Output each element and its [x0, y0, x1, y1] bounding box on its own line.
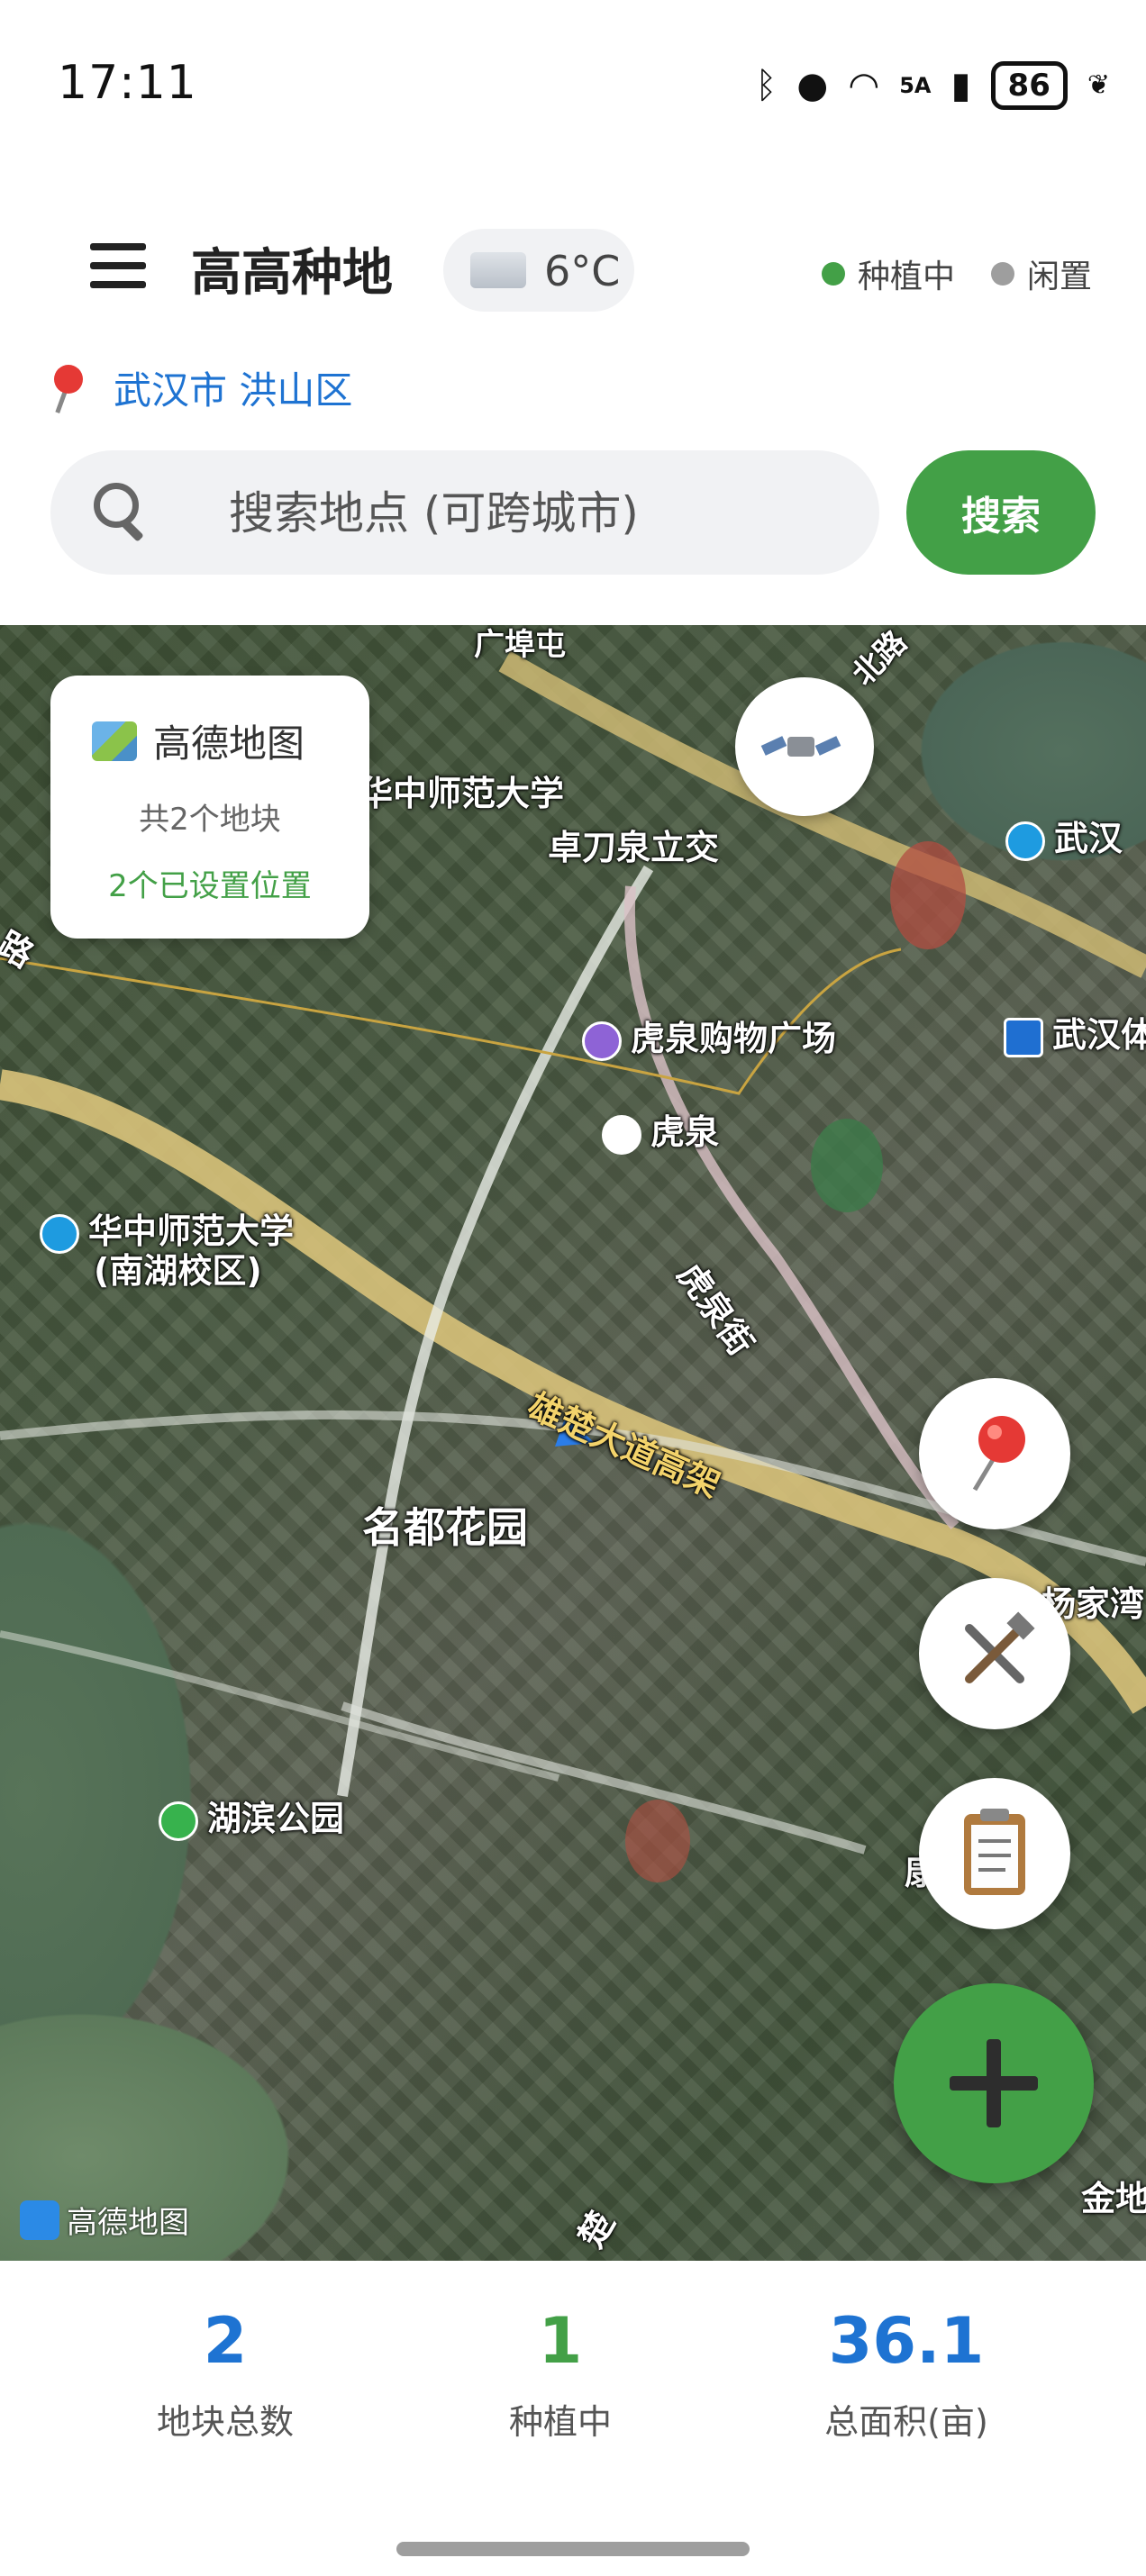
add-plot-button[interactable] [894, 1983, 1094, 2183]
map-label-zhuodaoquan: 卓刀泉立交 [548, 828, 720, 867]
weather-temperature: 6°C [544, 247, 621, 295]
plus-icon-vertical [987, 2039, 1001, 2127]
stat-planting-label: 种植中 [508, 2402, 612, 2442]
legend-planting: 种植中 [821, 250, 955, 297]
planting-dot-icon [821, 262, 845, 286]
map-label-wuhan-sports-text: 武汉体 [1052, 1015, 1146, 1055]
weather-chip: 6°C [443, 229, 634, 312]
pin-location-button[interactable] [919, 1378, 1070, 1529]
amap-logo-icon [20, 2200, 59, 2240]
map-label-jindi: 金地 [1081, 2179, 1146, 2218]
stat-total-area: 36.1 总面积(亩) [771, 2304, 1041, 2444]
current-location[interactable]: 武汉市 洪山区 [50, 360, 352, 415]
tools-icon [965, 1611, 1035, 1683]
plot-count-text: 共2个地块 [139, 802, 281, 838]
satellite-toggle-button[interactable] [735, 677, 874, 816]
map-label-hubin-park: 湖滨公园 [159, 1791, 344, 1841]
map-label-mingdu: 名都花园 [362, 1503, 528, 1552]
stat-planting: 1 种植中 [425, 2304, 696, 2444]
map-icon [92, 721, 137, 761]
status-legend: 种植中 闲置 [786, 250, 1092, 297]
legend-idle: 闲置 [990, 250, 1092, 297]
map-label-wuhan-text: 武汉 [1054, 819, 1123, 858]
stat-total-area-value: 36.1 [828, 2304, 985, 2378]
search-box [50, 450, 879, 575]
stat-planting-value: 1 [538, 2304, 583, 2378]
info-card-title: 高德地图 [153, 721, 305, 766]
map-label-huquan-mall: 虎泉购物广场 [582, 1011, 836, 1061]
cloud-icon [470, 252, 526, 288]
app-header: 高高种地 6°C 种植中 闲置 [0, 216, 1146, 324]
map-info-card[interactable]: 高德地图 共2个地块 2个已设置位置 [50, 676, 369, 939]
stats-panel: 2 地块总数 1 种植中 36.1 总面积(亩) [0, 2261, 1146, 2522]
plot-set-text: 2个已设置位置 [108, 868, 312, 904]
idle-dot-icon [990, 262, 1014, 286]
map-label-wuhan: 武汉 [1005, 811, 1123, 861]
shopping-icon [582, 1020, 622, 1061]
pushpin-icon [972, 1416, 1025, 1492]
wifi-icon: ◠ [848, 65, 880, 106]
stat-total-plots-value: 2 [203, 2304, 248, 2378]
info-card-title-row: 高德地图 [92, 713, 305, 768]
map-label-ccnu: 华中师范大学 [359, 774, 565, 813]
stat-total-plots: 2 地块总数 [90, 2304, 360, 2444]
status-bar: 17:11 ᛒ ● ◠ 5A ▮ 86 ❦ [0, 0, 1146, 135]
map-label-huquan-mall-text: 虎泉购物广场 [631, 1019, 837, 1058]
metro-icon [1004, 1017, 1043, 1057]
bluetooth-icon: ᛒ [755, 65, 778, 106]
school-icon [1005, 821, 1045, 861]
map-label-guangbutun: 广埠屯 [474, 627, 566, 663]
map-label-nanhu-campus: (南湖校区) [94, 1251, 262, 1291]
search-icon [94, 483, 144, 542]
stat-total-plots-label: 地块总数 [156, 2402, 294, 2442]
signal-icon: ▮ [950, 65, 971, 106]
legend-idle-label: 闲置 [1026, 259, 1092, 295]
battery-level: 86 [990, 61, 1068, 110]
status-time: 17:11 [58, 56, 197, 110]
app-title: 高高种地 [191, 244, 393, 303]
records-button[interactable] [919, 1778, 1070, 1929]
map-label-hubin-park-text: 湖滨公园 [207, 1799, 345, 1838]
metro-station-icon [602, 1114, 641, 1155]
status-icons: ᛒ ● ◠ 5A ▮ 86 ❦ [755, 61, 1110, 110]
location-text: 武汉市 洪山区 [114, 368, 353, 413]
tools-button[interactable] [919, 1578, 1070, 1729]
map-attribution-text: 高德地图 [67, 2205, 189, 2241]
search-button[interactable]: 搜索 [906, 450, 1096, 575]
map-label-wuhan-sports: 武汉体 [1004, 1007, 1146, 1057]
satellite-icon [760, 736, 841, 757]
menu-icon[interactable] [90, 243, 146, 288]
school-icon [40, 1213, 79, 1254]
park-icon [159, 1800, 198, 1841]
map-label-huquan-text: 虎泉 [650, 1112, 720, 1152]
home-indicator[interactable] [396, 2542, 750, 2556]
location-icon: ● [796, 65, 829, 106]
leaf-icon: ❦ [1087, 69, 1110, 101]
clipboard-icon [964, 1809, 1025, 1895]
stat-total-area-label: 总面积(亩) [824, 2402, 988, 2442]
legend-planting-label: 种植中 [857, 259, 955, 295]
map-attribution: 高德地图 [20, 2198, 189, 2242]
pushpin-icon [50, 361, 86, 415]
map-label-huquan: 虎泉 [602, 1104, 719, 1155]
network-label: 5A [899, 73, 932, 98]
search-input[interactable] [227, 477, 843, 549]
